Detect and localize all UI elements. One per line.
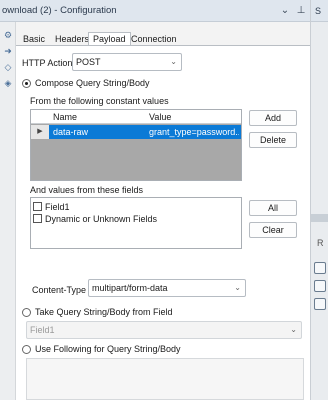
constant-values-label: From the following constant values	[30, 96, 169, 106]
adjacent-panel-title: S	[311, 0, 328, 22]
chevron-down-icon: ⌄	[234, 283, 241, 292]
list-icon[interactable]	[314, 280, 326, 292]
table-row[interactable]: data-raw grant_type=password...	[49, 125, 241, 139]
row-name[interactable]: data-raw	[53, 125, 143, 139]
all-button[interactable]: All	[249, 200, 297, 216]
gear-icon[interactable]: ⚙	[3, 30, 13, 40]
grid-icon[interactable]	[314, 262, 326, 274]
content-type-select[interactable]: multipart/form-data ⌄	[88, 279, 246, 297]
tab-connection[interactable]: Connection	[126, 32, 182, 46]
arrow-right-icon[interactable]: ➜	[3, 46, 13, 56]
take-from-field-select[interactable]: Field1 ⌄	[26, 321, 302, 339]
row-value[interactable]: grant_type=password...	[149, 125, 239, 139]
grid-header: Name Value	[31, 110, 241, 124]
content-type-value: multipart/form-data	[92, 283, 168, 293]
list-item[interactable]: Field1	[33, 201, 70, 213]
constant-values-grid[interactable]: Name Value ▶ data-raw grant_type=passwor…	[30, 109, 242, 181]
delete-button[interactable]: Delete	[249, 132, 297, 148]
config-icon[interactable]	[314, 298, 326, 310]
compose-radio[interactable]	[22, 79, 31, 88]
chevron-down-icon: ⌄	[290, 325, 297, 334]
row-selector-icon[interactable]: ▶	[31, 125, 49, 139]
compose-label: Compose Query String/Body	[35, 78, 150, 88]
adjacent-panel-strip: S R	[310, 0, 328, 400]
list-item[interactable]: Dynamic or Unknown Fields	[33, 213, 157, 225]
chevron-down-icon[interactable]: ⌄	[278, 0, 292, 22]
field1-checkbox[interactable]	[33, 202, 42, 211]
window-title: ownload (2) - Configuration	[2, 5, 117, 16]
diamond-icon[interactable]: ◈	[3, 78, 13, 88]
take-from-field-radio[interactable]	[22, 308, 31, 317]
query-string-textarea[interactable]	[26, 358, 304, 400]
use-following-label: Use Following for Query String/Body	[35, 344, 181, 354]
http-action-label: HTTP Action	[22, 58, 73, 68]
content-type-label: Content-Type	[32, 285, 87, 295]
fields-label: And values from these fields	[30, 185, 144, 195]
fields-list: Field1 Dynamic or Unknown Fields	[30, 197, 242, 249]
adjacent-panel-divider	[311, 214, 328, 222]
clear-button[interactable]: Clear	[249, 222, 297, 238]
dynamic-fields-checkbox[interactable]	[33, 214, 42, 223]
tab-basic[interactable]: Basic	[18, 32, 50, 46]
add-button[interactable]: Add	[249, 110, 297, 126]
field1-label: Field1	[45, 202, 70, 212]
left-icon-strip: ⚙ ➜ ◇ ◈	[0, 22, 16, 400]
adjacent-panel-label: R	[317, 238, 324, 248]
dynamic-fields-label: Dynamic or Unknown Fields	[45, 214, 158, 224]
window-titlebar: ownload (2) - Configuration ⌄ ⊥	[0, 0, 310, 22]
take-from-field-value: Field1	[30, 325, 55, 335]
grid-column-name: Name	[53, 112, 78, 122]
use-following-radio[interactable]	[22, 345, 31, 354]
pin-icon[interactable]: ⊥	[294, 0, 308, 22]
grid-column-value: Value	[149, 112, 172, 122]
chevron-down-icon: ⌄	[170, 57, 177, 66]
tag-icon[interactable]: ◇	[3, 62, 13, 72]
http-action-value: POST	[76, 57, 101, 67]
take-from-field-label: Take Query String/Body from Field	[35, 307, 173, 317]
http-action-select[interactable]: POST ⌄	[72, 53, 182, 71]
